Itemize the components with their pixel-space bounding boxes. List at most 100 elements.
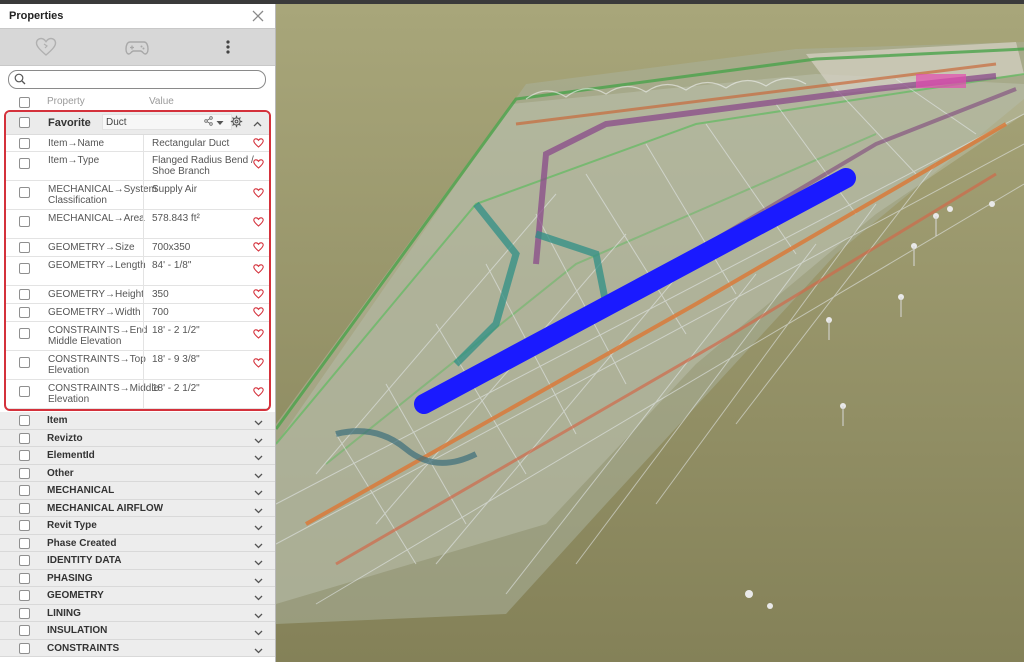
group-checkbox[interactable] xyxy=(19,415,30,426)
group-checkbox[interactable] xyxy=(19,485,30,496)
chevron-down-icon[interactable] xyxy=(254,505,263,517)
heart-icon[interactable] xyxy=(253,159,264,172)
group-checkbox[interactable] xyxy=(19,590,30,601)
chevron-down-icon[interactable] xyxy=(254,470,263,482)
gear-icon[interactable] xyxy=(230,115,243,131)
chevron-down-icon[interactable] xyxy=(254,540,263,552)
property-group-row[interactable]: CONSTRAINTS xyxy=(0,639,275,657)
3d-viewport[interactable] xyxy=(276,4,1024,662)
heart-icon[interactable] xyxy=(253,217,264,230)
property-group-row[interactable]: Revit Type xyxy=(0,517,275,535)
properties-panel: Properties Property Value Favorite Duct … xyxy=(0,4,276,662)
gamepad-button[interactable] xyxy=(91,29,182,65)
property-group-row[interactable]: LINING xyxy=(0,604,275,622)
group-checkbox[interactable] xyxy=(19,625,30,636)
more-options-button[interactable] xyxy=(182,29,273,65)
property-row-checkbox[interactable] xyxy=(19,357,30,368)
property-row-checkbox[interactable] xyxy=(19,289,30,300)
chevron-down-icon[interactable] xyxy=(254,522,263,534)
property-group-row[interactable]: Other xyxy=(0,464,275,482)
chevron-down-icon[interactable] xyxy=(254,452,263,464)
heart-icon[interactable] xyxy=(253,387,264,400)
property-row: GEOMETRY→Length 84' - 1/8" xyxy=(6,257,269,286)
heart-icon[interactable] xyxy=(253,358,264,371)
share-icon[interactable] xyxy=(204,116,213,129)
heart-outline-icon xyxy=(35,37,56,56)
group-checkbox[interactable] xyxy=(19,467,30,479)
property-row-checkbox[interactable] xyxy=(19,158,30,169)
property-group-row[interactable]: INSULATION xyxy=(0,622,275,640)
group-checkbox[interactable] xyxy=(19,607,30,619)
column-divider xyxy=(143,181,144,209)
column-header: Property Value xyxy=(0,94,275,110)
heart-icon[interactable] xyxy=(253,307,264,320)
property-group-row[interactable]: MECHANICAL AIRFLOW xyxy=(0,499,275,517)
property-value: Rectangular Duct xyxy=(152,138,230,149)
property-value: 700x350 xyxy=(152,242,191,253)
group-checkbox[interactable] xyxy=(19,502,30,514)
property-value: 18' - 9 3/8" xyxy=(152,354,200,365)
chevron-down-icon[interactable] xyxy=(254,435,263,447)
property-row-checkbox[interactable] xyxy=(19,242,30,253)
chevron-down-icon[interactable] xyxy=(254,627,263,639)
search-input[interactable] xyxy=(29,71,249,86)
property-row-checkbox[interactable] xyxy=(19,187,30,198)
property-group-row[interactable]: IDENTITY DATA xyxy=(0,552,275,570)
heart-icon[interactable] xyxy=(253,242,264,255)
property-name: CONSTRAINTS→Top Elevation xyxy=(48,354,146,376)
favorite-title: Favorite xyxy=(48,117,91,129)
property-row-checkbox[interactable] xyxy=(19,138,30,149)
chevron-down-icon[interactable] xyxy=(254,487,263,499)
heart-icon[interactable] xyxy=(253,188,264,201)
property-group-row[interactable]: ElementId xyxy=(0,447,275,465)
group-label: MECHANICAL AIRFLOW xyxy=(47,502,164,514)
select-all-checkbox[interactable] xyxy=(19,97,30,108)
chevron-down-icon[interactable] xyxy=(254,557,263,569)
heart-icon[interactable] xyxy=(253,138,264,151)
property-row: MECHANICAL→System Classification Supply A… xyxy=(6,181,269,210)
chevron-down-icon[interactable] xyxy=(254,575,263,587)
group-checkbox[interactable] xyxy=(19,642,30,654)
favorite-toggle-button[interactable] xyxy=(0,29,91,65)
group-checkbox[interactable] xyxy=(19,572,30,584)
property-row: CONSTRAINTS→End Middle Elevation 18' - 2 … xyxy=(6,322,269,351)
chevron-up-icon[interactable] xyxy=(253,118,262,130)
column-divider xyxy=(143,257,144,285)
heart-icon[interactable] xyxy=(253,289,264,302)
property-row-checkbox[interactable] xyxy=(19,307,30,318)
property-group-row[interactable]: Item xyxy=(0,412,275,430)
property-row: Item→Type Flanged Radius Bend / Shoe Bran… xyxy=(6,152,269,181)
property-group-row[interactable]: MECHANICAL xyxy=(0,482,275,500)
property-row-checkbox[interactable] xyxy=(19,328,30,339)
favorite-checkbox[interactable] xyxy=(19,117,30,128)
property-group-row[interactable]: Revizto xyxy=(0,429,275,447)
group-checkbox[interactable] xyxy=(19,555,30,566)
group-checkbox[interactable] xyxy=(19,450,30,461)
property-row: CONSTRAINTS→Middle Elevation 18' - 2 1/2" xyxy=(6,380,269,409)
property-row-checkbox[interactable] xyxy=(19,263,30,274)
property-group-row[interactable]: Phase Created xyxy=(0,534,275,552)
group-label: LINING xyxy=(47,607,81,619)
heart-icon[interactable] xyxy=(253,264,264,277)
property-row-checkbox[interactable] xyxy=(19,216,30,227)
property-name: CONSTRAINTS→Middle Elevation xyxy=(48,383,160,405)
chevron-down-icon[interactable] xyxy=(254,610,263,622)
group-checkbox[interactable] xyxy=(19,432,30,444)
chevron-down-icon[interactable] xyxy=(254,417,263,429)
heart-icon[interactable] xyxy=(253,329,264,342)
property-group-row[interactable]: GEOMETRY xyxy=(0,587,275,605)
property-column-header: Property xyxy=(47,96,85,107)
group-checkbox[interactable] xyxy=(19,520,30,531)
chevron-down-icon[interactable] xyxy=(254,592,263,604)
property-groups: Item Revizto ElementId Other MECHANICAL MECHA… xyxy=(0,412,275,657)
group-checkbox[interactable] xyxy=(19,537,30,549)
property-group-row[interactable]: PHASING xyxy=(0,569,275,587)
property-row-checkbox[interactable] xyxy=(19,386,30,397)
panel-title: Properties xyxy=(9,10,64,22)
group-label: CONSTRAINTS xyxy=(47,642,120,654)
group-label: PHASING xyxy=(47,572,93,584)
close-icon[interactable] xyxy=(251,9,265,23)
chevron-down-icon[interactable] xyxy=(254,645,263,657)
property-value: 18' - 2 1/2" xyxy=(152,325,200,336)
caret-down-icon[interactable] xyxy=(216,117,224,129)
